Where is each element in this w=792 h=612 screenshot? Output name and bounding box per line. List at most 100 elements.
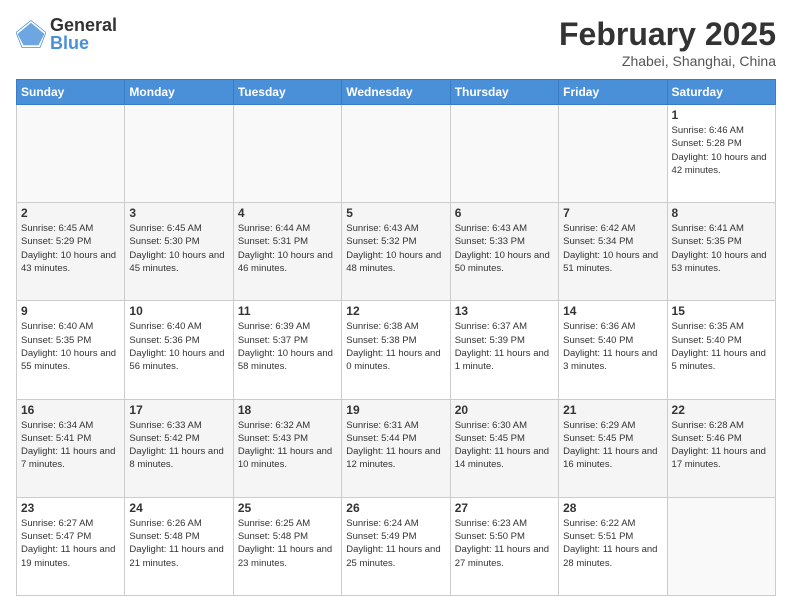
logo: General Blue [16,16,117,52]
table-row: 18Sunrise: 6:32 AM Sunset: 5:43 PM Dayli… [233,399,341,497]
header-tuesday: Tuesday [233,80,341,105]
day-info: Sunrise: 6:39 AM Sunset: 5:37 PM Dayligh… [238,320,337,373]
logo-text: General Blue [50,16,117,52]
day-number: 15 [672,304,771,318]
day-info: Sunrise: 6:29 AM Sunset: 5:45 PM Dayligh… [563,419,662,472]
table-row: 15 Sunrise: 6:35 AM Sunset: 5:40 PM Dayli… [667,301,775,399]
day-info: Sunrise: 6:43 AM Sunset: 5:32 PM Dayligh… [346,222,445,275]
day-info: Sunrise: 6:38 AM Sunset: 5:38 PM Dayligh… [346,320,445,373]
day-info: Sunrise: 6:46 AM Sunset: 5:28 PM Dayligh… [672,124,771,177]
day-number: 6 [455,206,554,220]
day-number: 1 [672,108,771,122]
day-number: 20 [455,403,554,417]
day-number: 25 [238,501,337,515]
calendar-body: 1 Sunrise: 6:46 AM Sunset: 5:28 PM Daylig… [17,105,776,596]
day-number: 19 [346,403,445,417]
day-number: 8 [672,206,771,220]
table-row: 21 Sunrise: 6:29 AM Sunset: 5:45 PM Dayli… [559,399,667,497]
day-info: Sunrise: 6:23 AM Sunset: 5:50 PM Dayligh… [455,517,554,570]
table-row [559,105,667,203]
logo-icon [16,19,46,49]
day-info: Sunrise: 6:24 AM Sunset: 5:49 PM Dayligh… [346,517,445,570]
day-number: 27 [455,501,554,515]
day-info: Sunrise: 6:45 AM Sunset: 5:29 PM Dayligh… [21,222,120,275]
table-row: 20Sunrise: 6:30 AM Sunset: 5:45 PM Dayli… [450,399,558,497]
day-info: Sunrise: 6:27 AM Sunset: 5:47 PM Dayligh… [21,517,120,570]
calendar-header: Sunday Monday Tuesday Wednesday Thursday… [17,80,776,105]
day-info: Sunrise: 6:36 AM Sunset: 5:40 PM Dayligh… [563,320,662,373]
calendar-table: Sunday Monday Tuesday Wednesday Thursday… [16,79,776,596]
day-info: Sunrise: 6:26 AM Sunset: 5:48 PM Dayligh… [129,517,228,570]
header-thursday: Thursday [450,80,558,105]
table-row: 5 Sunrise: 6:43 AM Sunset: 5:32 PM Daylig… [342,203,450,301]
day-number: 3 [129,206,228,220]
day-info: Sunrise: 6:33 AM Sunset: 5:42 PM Dayligh… [129,419,228,472]
day-info: Sunrise: 6:28 AM Sunset: 5:46 PM Dayligh… [672,419,771,472]
table-row [667,497,775,595]
table-row: 26 Sunrise: 6:24 AM Sunset: 5:49 PM Dayli… [342,497,450,595]
day-info: Sunrise: 6:42 AM Sunset: 5:34 PM Dayligh… [563,222,662,275]
day-number: 24 [129,501,228,515]
header-wednesday: Wednesday [342,80,450,105]
header-sunday: Sunday [17,80,125,105]
day-number: 21 [563,403,662,417]
table-row: 9Sunrise: 6:40 AM Sunset: 5:35 PM Daylig… [17,301,125,399]
header-friday: Friday [559,80,667,105]
table-row [125,105,233,203]
day-info: Sunrise: 6:34 AM Sunset: 5:41 PM Dayligh… [21,419,120,472]
table-row: 16Sunrise: 6:34 AM Sunset: 5:41 PM Dayli… [17,399,125,497]
day-number: 7 [563,206,662,220]
day-number: 23 [21,501,120,515]
day-number: 12 [346,304,445,318]
day-number: 10 [129,304,228,318]
day-info: Sunrise: 6:22 AM Sunset: 5:51 PM Dayligh… [563,517,662,570]
calendar-week-row: 16Sunrise: 6:34 AM Sunset: 5:41 PM Dayli… [17,399,776,497]
month-title: February 2025 [559,16,776,53]
day-info: Sunrise: 6:35 AM Sunset: 5:40 PM Dayligh… [672,320,771,373]
day-number: 17 [129,403,228,417]
day-number: 4 [238,206,337,220]
header-row: Sunday Monday Tuesday Wednesday Thursday… [17,80,776,105]
page: General Blue February 2025 Zhabei, Shang… [0,0,792,612]
day-number: 5 [346,206,445,220]
day-number: 11 [238,304,337,318]
table-row [450,105,558,203]
day-info: Sunrise: 6:44 AM Sunset: 5:31 PM Dayligh… [238,222,337,275]
table-row: 17 Sunrise: 6:33 AM Sunset: 5:42 PM Dayli… [125,399,233,497]
header-saturday: Saturday [667,80,775,105]
day-number: 13 [455,304,554,318]
header: General Blue February 2025 Zhabei, Shang… [16,16,776,69]
calendar-week-row: 2 Sunrise: 6:45 AM Sunset: 5:29 PM Daylig… [17,203,776,301]
title-section: February 2025 Zhabei, Shanghai, China [559,16,776,69]
day-info: Sunrise: 6:25 AM Sunset: 5:48 PM Dayligh… [238,517,337,570]
day-number: 14 [563,304,662,318]
table-row: 24 Sunrise: 6:26 AM Sunset: 5:48 PM Dayli… [125,497,233,595]
table-row: 11 Sunrise: 6:39 AM Sunset: 5:37 PM Dayli… [233,301,341,399]
table-row: 23 Sunrise: 6:27 AM Sunset: 5:47 PM Dayli… [17,497,125,595]
table-row: 22 Sunrise: 6:28 AM Sunset: 5:46 PM Dayli… [667,399,775,497]
day-number: 2 [21,206,120,220]
table-row: 6 Sunrise: 6:43 AM Sunset: 5:33 PM Daylig… [450,203,558,301]
table-row [233,105,341,203]
table-row: 25 Sunrise: 6:25 AM Sunset: 5:48 PM Dayli… [233,497,341,595]
table-row: 27 Sunrise: 6:23 AM Sunset: 5:50 PM Dayli… [450,497,558,595]
table-row: 12 Sunrise: 6:38 AM Sunset: 5:38 PM Dayli… [342,301,450,399]
day-info: Sunrise: 6:43 AM Sunset: 5:33 PM Dayligh… [455,222,554,275]
day-info: Sunrise: 6:40 AM Sunset: 5:35 PM Dayligh… [21,320,120,373]
table-row: 1 Sunrise: 6:46 AM Sunset: 5:28 PM Daylig… [667,105,775,203]
day-number: 22 [672,403,771,417]
day-info: Sunrise: 6:45 AM Sunset: 5:30 PM Dayligh… [129,222,228,275]
table-row [342,105,450,203]
table-row: 28Sunrise: 6:22 AM Sunset: 5:51 PM Dayli… [559,497,667,595]
location: Zhabei, Shanghai, China [559,53,776,69]
table-row: 14 Sunrise: 6:36 AM Sunset: 5:40 PM Dayli… [559,301,667,399]
table-row: 19 Sunrise: 6:31 AM Sunset: 5:44 PM Dayli… [342,399,450,497]
day-info: Sunrise: 6:40 AM Sunset: 5:36 PM Dayligh… [129,320,228,373]
logo-general-text: General [50,16,117,34]
day-info: Sunrise: 6:32 AM Sunset: 5:43 PM Dayligh… [238,419,337,472]
day-info: Sunrise: 6:31 AM Sunset: 5:44 PM Dayligh… [346,419,445,472]
calendar-week-row: 9Sunrise: 6:40 AM Sunset: 5:35 PM Daylig… [17,301,776,399]
day-number: 26 [346,501,445,515]
table-row: 4 Sunrise: 6:44 AM Sunset: 5:31 PM Daylig… [233,203,341,301]
logo-blue-text: Blue [50,34,117,52]
